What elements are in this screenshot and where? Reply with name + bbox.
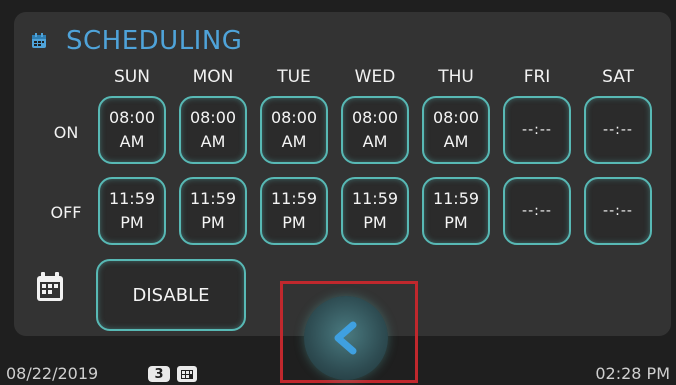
off-time-sun[interactable]: 11:59 PM — [98, 177, 166, 245]
off-time-wed[interactable]: 11:59 PM — [341, 177, 409, 245]
on-time-sun-time: 08:00 — [108, 108, 156, 127]
day-header-sat: SAT — [602, 67, 634, 87]
off-time-sun-time: 11:59 — [108, 189, 156, 208]
on-time-sat[interactable]: --:-- — [584, 96, 652, 164]
off-time-mon[interactable]: 11:59 PM — [179, 177, 247, 245]
row-label-on: ON — [53, 123, 79, 142]
off-time-tue-time: 11:59 — [270, 189, 318, 208]
on-time-mon[interactable]: 08:00 AM — [179, 96, 247, 164]
off-time-mon-period: PM — [201, 213, 225, 232]
status-time: 02:28 PM — [595, 364, 670, 383]
row-label-off: OFF — [50, 203, 82, 222]
on-time-sat-empty: --:-- — [603, 122, 633, 138]
off-time-wed-period: PM — [363, 213, 387, 232]
off-time-thu-period: PM — [444, 213, 468, 232]
on-time-wed[interactable]: 08:00 AM — [341, 96, 409, 164]
chevron-left-icon — [334, 321, 357, 355]
on-time-mon-period: AM — [200, 132, 226, 151]
off-time-tue-period: PM — [282, 213, 306, 232]
on-time-tue-period: AM — [281, 132, 307, 151]
on-time-tue[interactable]: 08:00 AM — [260, 96, 328, 164]
on-time-sun[interactable]: 08:00 AM — [98, 96, 166, 164]
on-time-fri-empty: --:-- — [522, 122, 552, 138]
day-header-mon: MON — [192, 67, 234, 87]
calendar-status-icon — [177, 366, 197, 382]
on-time-wed-time: 08:00 — [351, 108, 399, 127]
off-time-wed-time: 11:59 — [351, 189, 399, 208]
on-time-thu-period: AM — [443, 132, 469, 151]
calendar-icon — [37, 272, 63, 301]
day-header-thu: THU — [438, 67, 474, 87]
schedule-icon — [32, 33, 46, 48]
on-time-thu[interactable]: 08:00 AM — [422, 96, 490, 164]
off-time-thu[interactable]: 11:59 PM — [422, 177, 490, 245]
on-time-tue-time: 08:00 — [270, 108, 318, 127]
off-time-thu-time: 11:59 — [432, 189, 480, 208]
off-time-sun-period: PM — [120, 213, 144, 232]
day-header-wed: WED — [354, 67, 396, 87]
page-title: SCHEDULING — [66, 26, 243, 56]
off-time-fri[interactable]: --:-- — [503, 177, 571, 245]
on-time-mon-time: 08:00 — [189, 108, 237, 127]
off-time-sat-empty: --:-- — [603, 203, 633, 219]
header: SCHEDULING — [30, 26, 242, 56]
off-time-tue[interactable]: 11:59 PM — [260, 177, 328, 245]
back-button[interactable] — [304, 296, 388, 380]
off-time-mon-time: 11:59 — [189, 189, 237, 208]
off-time-fri-empty: --:-- — [522, 203, 552, 219]
on-time-thu-time: 08:00 — [432, 108, 480, 127]
on-time-wed-period: AM — [362, 132, 388, 151]
notification-badge: 3 — [148, 366, 170, 382]
disable-button[interactable]: DISABLE — [96, 259, 246, 331]
day-header-sun: SUN — [114, 67, 150, 87]
day-header-fri: FRI — [523, 67, 551, 87]
day-header-tue: TUE — [277, 67, 311, 87]
on-time-fri[interactable]: --:-- — [503, 96, 571, 164]
off-time-sat[interactable]: --:-- — [584, 177, 652, 245]
disable-button-label: DISABLE — [132, 284, 210, 306]
on-time-sun-period: AM — [119, 132, 145, 151]
status-date: 08/22/2019 — [6, 364, 99, 383]
